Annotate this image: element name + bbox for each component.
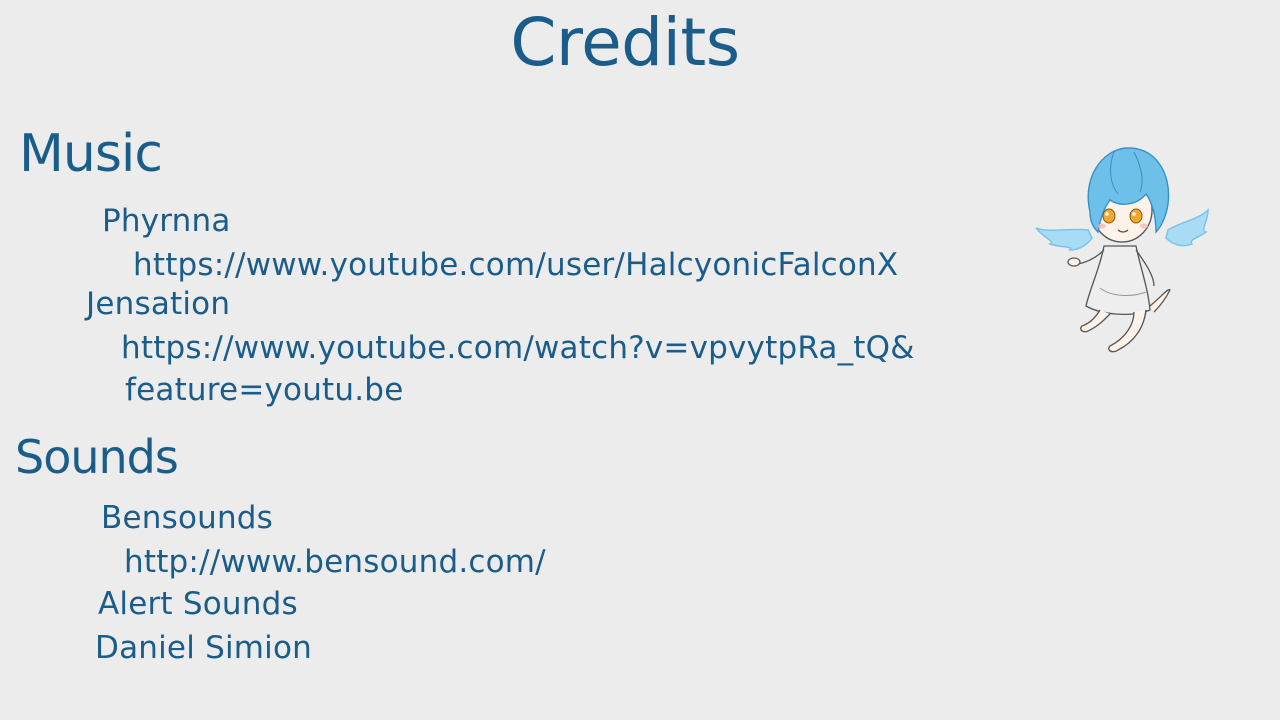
- credit-name-jensation: Jensation: [86, 286, 231, 322]
- credits-title: Credits: [510, 4, 740, 81]
- music-heading: Music: [19, 124, 163, 184]
- right-eye: [1129, 208, 1143, 224]
- credit-link-bensounds: http://www.bensound.com/: [124, 544, 546, 580]
- credit-name-phyrnna: Phyrnna: [102, 203, 231, 239]
- sounds-heading: Sounds: [15, 430, 179, 484]
- left-eye: [1102, 208, 1116, 224]
- right-wing: [1165, 208, 1209, 247]
- credit-name-bensounds: Bensounds: [101, 500, 274, 536]
- winged-chibi-girl-icon: [1035, 147, 1209, 353]
- credit-name-alert-sounds: Alert Sounds: [98, 586, 298, 622]
- credit-name-daniel-simion: Daniel Simion: [95, 630, 312, 666]
- credit-link-jensation-line1: https://www.youtube.com/watch?v=vpvytpRa…: [121, 330, 915, 366]
- left-wing: [1035, 227, 1093, 251]
- credit-link-jensation-line2: feature=youtu.be: [125, 372, 404, 408]
- credit-link-phyrnna: https://www.youtube.com/user/HalcyonicFa…: [133, 247, 899, 283]
